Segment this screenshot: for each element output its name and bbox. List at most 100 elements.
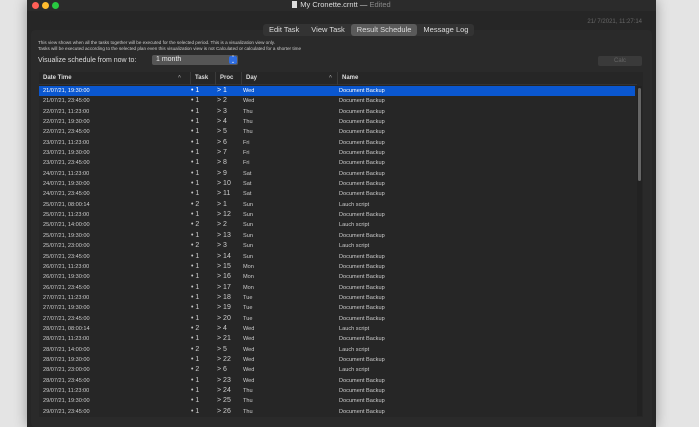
table-row[interactable]: 22/07/21, 23:45:00 • 1 > 5 Thu Document Back… <box>39 127 635 137</box>
cell-value: Document Backup <box>339 408 385 415</box>
tab-view-task[interactable]: View Task <box>305 24 351 36</box>
cell-value: 2 <box>195 366 200 374</box>
table-row[interactable]: 28/07/21, 23:45:00 • 1 > 23 Wed Document Bac… <box>39 376 635 386</box>
cell-value: Tue <box>243 315 253 322</box>
cell-dt: 29/07/21, 19:30:00 <box>43 396 90 406</box>
table-row[interactable]: 27/07/21, 23:45:00 • 1 > 20 Tue Document Bac… <box>39 314 635 324</box>
table-row[interactable]: 27/07/21, 11:23:00 • 1 > 18 Tue Document Bac… <box>39 293 635 303</box>
table-row[interactable]: 29/07/21, 11:23:00 • 1 > 24 Thu Document Bac… <box>39 386 635 396</box>
cell-value: 10 <box>223 180 231 188</box>
vertical-scrollbar[interactable] <box>637 86 642 416</box>
table-row[interactable]: 29/07/21, 23:45:00 • 1 > 26 Thu Document Bac… <box>39 407 635 417</box>
cell-value: 1 <box>195 314 200 322</box>
table-row[interactable]: 25/07/21, 11:23:00 • 1 > 12 Sun Document Bac… <box>39 210 635 220</box>
cell-value: 1 <box>195 138 200 146</box>
cell-proc: > 6 <box>217 138 227 148</box>
table-row[interactable]: 22/07/21, 19:30:00 • 1 > 4 Thu Document Back… <box>39 117 635 127</box>
table-row[interactable]: 23/07/21, 19:30:00 • 1 > 7 Fri Document Back… <box>39 148 635 158</box>
table-row[interactable]: 26/07/21, 23:45:00 • 1 > 17 Mon Document Bac… <box>39 283 635 293</box>
cell-value: 26/07/21, 19:30:00 <box>43 274 90 281</box>
cell-dt: 21/07/21, 23:45:00 <box>43 96 90 106</box>
table-row[interactable]: 21/07/21, 23:45:00 • 1 > 2 Wed Document Back… <box>39 96 635 106</box>
cell-day: Thu <box>243 117 253 127</box>
table-row[interactable]: 25/07/21, 14:00:00 • 2 > 2 Sun Lauch script <box>39 220 635 230</box>
scrollbar-thumb[interactable] <box>638 88 641 181</box>
table-row[interactable]: 26/07/21, 19:30:00 • 1 > 16 Mon Document Bac… <box>39 272 635 282</box>
cell-value: 1 <box>195 335 200 343</box>
table-row[interactable]: 22/07/21, 11:23:00 • 1 > 3 Thu Document Back… <box>39 107 635 117</box>
table-row[interactable]: 28/07/21, 23:00:00 • 2 > 6 Wed Lauch script <box>39 365 635 375</box>
cell-value: Document Backup <box>339 284 385 291</box>
cell-value: Mon <box>243 284 254 291</box>
table-row[interactable]: 24/07/21, 11:23:00 • 1 > 9 Sat Document Back… <box>39 169 635 179</box>
cell-value: 26 <box>223 407 231 415</box>
cell-task: • 1 <box>191 252 199 262</box>
table-row[interactable]: 24/07/21, 19:30:00 • 1 > 10 Sat Document Bac… <box>39 179 635 189</box>
cell-task: • 1 <box>191 283 199 293</box>
table-row[interactable]: 23/07/21, 23:45:00 • 1 > 8 Fri Document Back… <box>39 158 635 168</box>
cell-proc: > 10 <box>217 179 231 189</box>
table-row[interactable]: 25/07/21, 23:45:00 • 1 > 14 Sun Document Bac… <box>39 252 635 262</box>
cell-value: 3 <box>223 107 227 115</box>
cell-day: Fri <box>243 158 250 168</box>
calc-button[interactable]: Calc <box>598 56 642 66</box>
cell-value: 28/07/21, 08:00:14 <box>43 325 90 332</box>
cell-dt: 25/07/21, 08:00:14 <box>43 200 90 210</box>
cell-proc: > 5 <box>217 345 227 355</box>
table-row[interactable]: 29/07/21, 19:30:00 • 1 > 25 Thu Document Bac… <box>39 396 635 406</box>
table-row[interactable]: 28/07/21, 08:00:14 • 2 > 4 Wed Lauch script <box>39 324 635 334</box>
table-row[interactable]: 23/07/21, 11:23:00 • 1 > 6 Fri Document Back… <box>39 138 635 148</box>
tab-result-schedule[interactable]: Result Schedule <box>350 24 418 36</box>
chevron-updown-icon: ⌃ ⌄ <box>229 55 237 65</box>
cell-value: 1 <box>195 304 200 312</box>
cell-proc: > 19 <box>217 303 231 313</box>
cell-proc: > 26 <box>217 407 231 417</box>
cell-day: Fri <box>243 148 250 158</box>
cell-value: 16 <box>223 273 231 281</box>
cell-value: 9 <box>223 169 227 177</box>
tab-edit-task[interactable]: Edit Task <box>263 24 305 36</box>
table-row[interactable]: 28/07/21, 14:00:00 • 2 > 5 Wed Lauch script <box>39 345 635 355</box>
cell-value: 1 <box>195 262 200 270</box>
cell-dt: 27/07/21, 11:23:00 <box>43 293 89 303</box>
cell-value: Document Backup <box>339 150 385 157</box>
table-row[interactable]: 21/07/21, 19:30:00 • 1 > 1 Wed Document Back… <box>39 86 635 97</box>
cell-value: Thu <box>243 119 253 126</box>
cell-value: 25/07/21, 23:45:00 <box>43 253 90 260</box>
period-select[interactable]: 1 month ⌃ ⌄ <box>152 55 238 65</box>
cell-name: Document Backup <box>339 252 385 262</box>
cell-value: 25/07/21, 11:23:00 <box>43 212 90 219</box>
header-datetime[interactable]: Date Time ^ <box>39 72 190 85</box>
header-task[interactable]: Task <box>190 72 215 85</box>
cell-proc: > 17 <box>217 283 231 293</box>
info-text: This view shows when all the tasks toget… <box>38 40 301 52</box>
cell-value: 1 <box>195 149 200 157</box>
cell-value: 24 <box>223 386 231 394</box>
cell-value: Wed <box>243 356 255 363</box>
table-row[interactable]: 28/07/21, 19:30:00 • 1 > 22 Wed Document Bac… <box>39 355 635 365</box>
table-row[interactable]: 24/07/21, 23:45:00 • 1 > 11 Sat Document Bac… <box>39 189 635 199</box>
cell-day: Thu <box>243 407 253 417</box>
cell-value: 2 <box>195 242 200 250</box>
cell-proc: > 23 <box>217 376 231 386</box>
window-title: My Cronette.crntt — Edited <box>27 0 656 10</box>
header-day[interactable]: Day ^ <box>241 72 337 85</box>
header-proc[interactable]: Proc <box>215 72 241 85</box>
table-row[interactable]: 28/07/21, 11:23:00 • 1 > 21 Wed Document Bac… <box>39 334 635 344</box>
cell-dt: 28/07/21, 11:23:00 <box>43 334 89 344</box>
cell-value: 1 <box>195 97 200 105</box>
header-name[interactable]: Name <box>337 72 633 85</box>
table-row[interactable]: 25/07/21, 08:00:14 • 2 > 1 Sun Lauch script <box>39 200 635 210</box>
cell-value: 1 <box>195 87 200 94</box>
tab-message-log[interactable]: Message Log <box>417 24 474 36</box>
table-row[interactable]: 25/07/21, 23:00:00 • 2 > 3 Sun Lauch script <box>39 241 635 251</box>
table-row[interactable]: 26/07/21, 11:23:00 • 1 > 15 Mon Document Bac… <box>39 262 635 272</box>
cell-proc: > 4 <box>217 117 227 127</box>
cell-value: 1 <box>223 200 227 208</box>
cell-dt: 27/07/21, 19:30:00 <box>43 303 90 313</box>
cell-task: • 2 <box>191 345 199 355</box>
table-row[interactable]: 27/07/21, 19:30:00 • 1 > 19 Tue Document Bac… <box>39 303 635 313</box>
table-row[interactable]: 25/07/21, 19:30:00 • 1 > 13 Sun Document Bac… <box>39 231 635 241</box>
cell-dt: 28/07/21, 14:00:00 <box>43 345 90 355</box>
cell-day: Wed <box>243 96 254 106</box>
